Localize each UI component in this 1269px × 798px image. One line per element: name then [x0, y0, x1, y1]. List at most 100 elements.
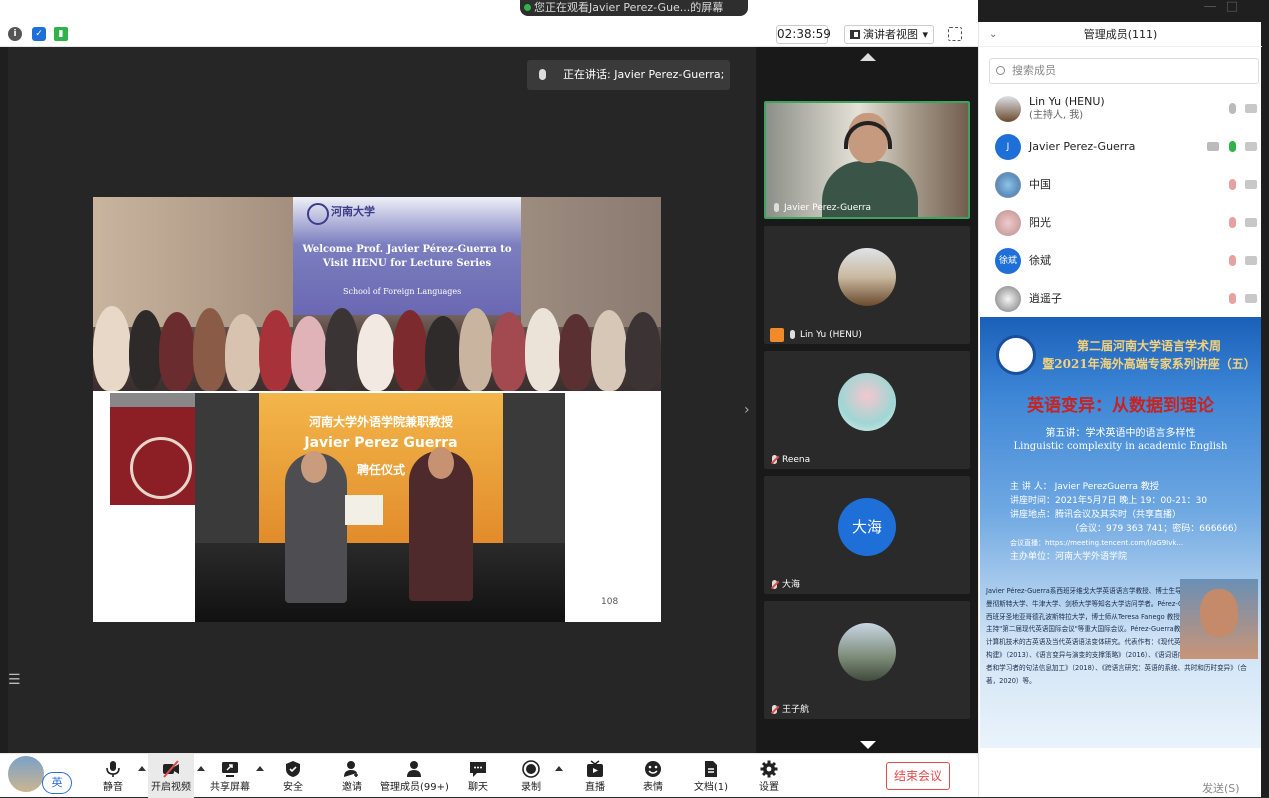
- live-broadcast-icon: [587, 760, 603, 777]
- shield-icon: [286, 761, 300, 777]
- scroll-down-icon[interactable]: [860, 741, 876, 749]
- gear-icon: [760, 760, 778, 778]
- speaking-text: 正在讲话: Javier Perez-Guerra;: [563, 68, 725, 81]
- participant-name: 王子航: [770, 704, 809, 716]
- microphone-muted-icon[interactable]: [1229, 179, 1236, 190]
- camera-off-icon[interactable]: [1245, 256, 1257, 265]
- avatar: J: [995, 134, 1021, 160]
- member-row[interactable]: J Javier Perez-Guerra: [979, 128, 1262, 166]
- live-button[interactable]: 直播: [578, 754, 612, 798]
- security-button[interactable]: 安全: [276, 754, 310, 798]
- member-row[interactable]: 徐斌 徐斌: [979, 242, 1262, 280]
- microphone-on-icon[interactable]: [1229, 141, 1236, 152]
- speaker-view-icon: [850, 30, 860, 39]
- member-name: Javier Perez-Guerra: [1029, 140, 1136, 153]
- video-tile[interactable]: 王子航: [764, 601, 970, 719]
- maximize-button[interactable]: □: [1222, 0, 1242, 14]
- manage-members-button[interactable]: 管理成员(99+): [380, 754, 449, 798]
- scroll-up-icon[interactable]: [860, 53, 876, 61]
- avatar: [995, 96, 1021, 122]
- language-button[interactable]: 英: [42, 772, 72, 794]
- meeting-info-bar: i ✓ ▮ 02:38:59 演讲者视图 ▾: [0, 22, 978, 47]
- member-role: (主持人, 我): [1029, 110, 1084, 121]
- microphone-icon: [106, 761, 120, 777]
- member-name: Lin Yu (HENU): [1029, 95, 1105, 108]
- view-mode-button[interactable]: 演讲者视图 ▾: [844, 25, 934, 44]
- avatar: [838, 248, 896, 306]
- search-icon: [996, 66, 1005, 75]
- emoji-icon: [645, 761, 661, 777]
- signal-icon[interactable]: ▮: [54, 27, 68, 41]
- avatar: [995, 286, 1021, 312]
- collapse-chevron-icon[interactable]: ⌄: [989, 22, 997, 47]
- microphone-muted-icon[interactable]: [1229, 217, 1236, 228]
- member-name: 徐斌: [1029, 254, 1051, 267]
- avatar: [838, 623, 896, 681]
- members-icon: [407, 761, 421, 777]
- record-button[interactable]: 录制: [514, 754, 548, 798]
- send-button[interactable]: 发送(S): [1202, 780, 1240, 796]
- microphone-muted-icon[interactable]: [1229, 293, 1236, 304]
- member-name: 逍遥子: [1029, 292, 1062, 305]
- group-photo: 河南大学 Welcome Prof. Javier Pérez-Guerra t…: [93, 197, 661, 391]
- share-screen-icon: [222, 762, 238, 777]
- caret-down-icon: ▾: [922, 28, 928, 41]
- avatar: [838, 373, 896, 431]
- poster-subtitle-cn: 第五讲：学术英语中的语言多样性: [1045, 428, 1196, 439]
- speaking-indicator: 正在讲话: Javier Perez-Guerra;: [527, 60, 730, 90]
- camera-off-icon[interactable]: [1245, 142, 1257, 151]
- lecture-poster: 第二届河南大学语言学术周 暨2021年海外高端专家系列讲座（五） 英语变异：从数…: [980, 317, 1261, 748]
- mute-button[interactable]: 静音: [96, 754, 130, 798]
- speaker-portrait: [1180, 579, 1258, 659]
- chat-button[interactable]: 聊天: [462, 754, 494, 798]
- microphone-muted-icon[interactable]: [1229, 255, 1236, 266]
- member-name: 阳光: [1029, 216, 1051, 229]
- member-row[interactable]: 中国: [979, 166, 1262, 204]
- self-avatar[interactable]: [6, 754, 46, 794]
- start-video-button[interactable]: 开启视频: [148, 754, 194, 798]
- fullscreen-icon[interactable]: [948, 27, 962, 41]
- poster-info: 主 讲 人： Javier PerezGuerra 教授 讲座时间：2021年5…: [1010, 482, 1243, 562]
- participant-name: Javier Perez-Guerra: [772, 202, 871, 214]
- video-tile[interactable]: Lin Yu (HENU): [764, 226, 970, 344]
- microphone-icon[interactable]: [1229, 103, 1236, 114]
- caret-up-icon[interactable]: [256, 766, 264, 771]
- search-members-input[interactable]: 搜索成员: [989, 58, 1259, 84]
- caret-up-icon[interactable]: [555, 766, 563, 771]
- next-arrow-icon[interactable]: ›: [744, 402, 750, 418]
- info-icon[interactable]: i: [8, 27, 22, 41]
- camera-off-icon: [163, 760, 179, 778]
- participant-name: Reena: [770, 454, 810, 466]
- settings-button[interactable]: 设置: [752, 754, 786, 798]
- menu-icon[interactable]: ☰: [8, 672, 21, 688]
- share-screen-button[interactable]: 共享屏幕: [206, 754, 254, 798]
- minimize-button[interactable]: —: [1200, 0, 1220, 14]
- avatar: [995, 172, 1021, 198]
- member-row[interactable]: 逍遥子: [979, 280, 1262, 318]
- camera-off-icon[interactable]: [1245, 180, 1257, 189]
- welcome-text: Welcome Prof. Javier Pérez-Guerra to Vis…: [302, 244, 512, 269]
- reactions-button[interactable]: 表情: [636, 754, 670, 798]
- member-row[interactable]: Lin Yu (HENU) (主持人, 我): [979, 90, 1262, 128]
- title-bar: 您正在观看Javier Perez-Gue...的屏幕 — □: [0, 0, 1238, 22]
- video-tile[interactable]: 大海 大海: [764, 476, 970, 594]
- caret-up-icon[interactable]: [138, 766, 146, 771]
- camera-off-icon[interactable]: [1245, 104, 1257, 113]
- documents-button[interactable]: 文档(1): [690, 754, 732, 798]
- video-tile[interactable]: Javier Perez-Guerra: [764, 101, 970, 219]
- avatar: [995, 210, 1021, 236]
- end-meeting-button[interactable]: 结束会议: [886, 762, 950, 790]
- camera-off-icon[interactable]: [1245, 218, 1257, 227]
- bottom-toolbar: 英 静音 开启视频 共享屏幕 安全 邀请 管理成员(99+) 聊天 录制 直播 …: [0, 753, 978, 798]
- shared-slide: 河南大学 Welcome Prof. Javier Pérez-Guerra t…: [93, 197, 661, 622]
- shield-icon[interactable]: ✓: [32, 27, 46, 41]
- record-icon: [522, 760, 540, 778]
- invite-button[interactable]: 邀请: [334, 754, 370, 798]
- caret-up-icon[interactable]: [197, 766, 205, 771]
- poster-title-line1: 第二届河南大学语言学术周: [1076, 339, 1221, 353]
- video-tile[interactable]: Reena: [764, 351, 970, 469]
- audience-crowd: [93, 302, 661, 391]
- camera-off-icon[interactable]: [1245, 294, 1257, 303]
- screen-share-indicator[interactable]: 您正在观看Javier Perez-Gue...的屏幕: [520, 0, 748, 16]
- member-row[interactable]: 阳光: [979, 204, 1262, 242]
